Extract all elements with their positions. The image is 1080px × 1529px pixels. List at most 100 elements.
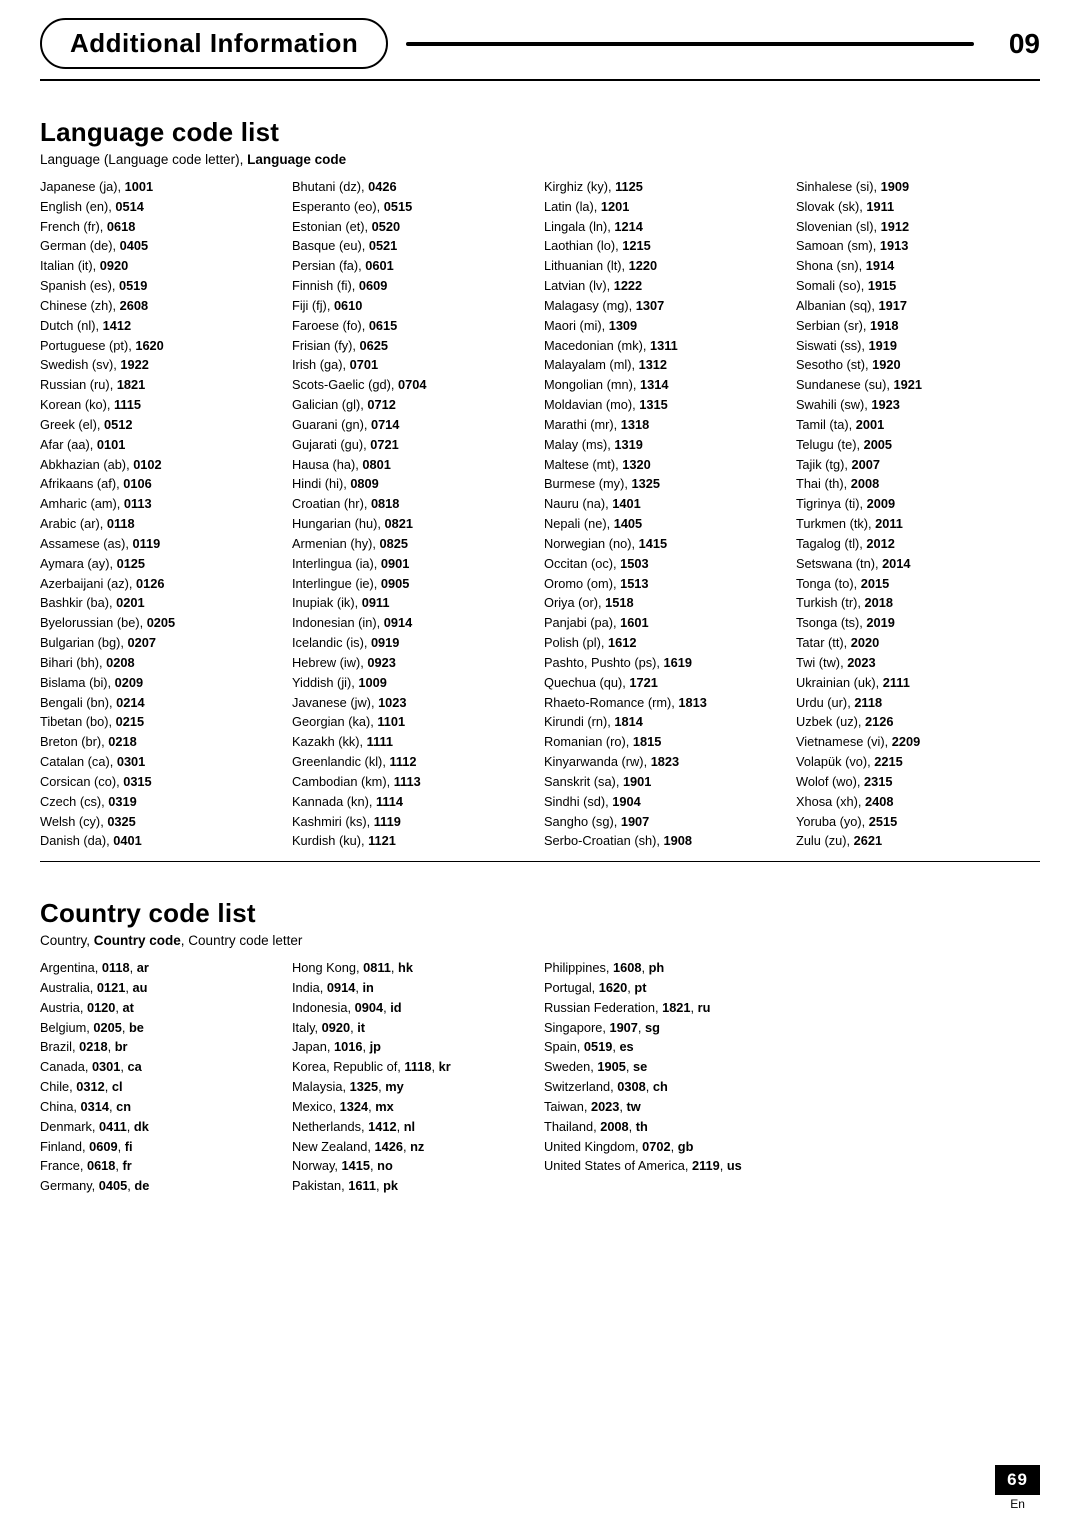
language-entry: Greek (el), 0512 xyxy=(40,415,284,435)
language-entry: Interlingue (ie), 0905 xyxy=(292,574,536,594)
language-entry: Corsican (co), 0315 xyxy=(40,772,284,792)
country-entry: Hong Kong, 0811, hk xyxy=(292,958,536,978)
language-entry: Serbian (sr), 1918 xyxy=(796,316,1040,336)
language-entry: Marathi (mr), 1318 xyxy=(544,415,788,435)
country-entry: China, 0314, cn xyxy=(40,1097,284,1117)
language-entry: Hindi (hi), 0809 xyxy=(292,474,536,494)
language-entry: Bengali (bn), 0214 xyxy=(40,693,284,713)
country-entry: Singapore, 1907, sg xyxy=(544,1018,788,1038)
language-entry: Yoruba (yo), 2515 xyxy=(796,812,1040,832)
language-entry: Telugu (te), 2005 xyxy=(796,435,1040,455)
language-entry: Chinese (zh), 2608 xyxy=(40,296,284,316)
country-entry: Spain, 0519, es xyxy=(544,1037,788,1057)
language-entry: Esperanto (eo), 0515 xyxy=(292,197,536,217)
page-header: Additional Information 09 xyxy=(40,0,1040,81)
country-subtitle-plain: Country, xyxy=(40,933,94,948)
language-entry: Breton (br), 0218 xyxy=(40,732,284,752)
language-entry: Zulu (zu), 2621 xyxy=(796,831,1040,851)
language-entry: Sundanese (su), 1921 xyxy=(796,375,1040,395)
language-col-2: Kirghiz (ky), 1125Latin (la), 1201Lingal… xyxy=(544,177,788,851)
language-entry: Xhosa (xh), 2408 xyxy=(796,792,1040,812)
language-entry: Interlingua (ia), 0901 xyxy=(292,554,536,574)
language-entry: Cambodian (km), 1113 xyxy=(292,772,536,792)
country-entry: Finland, 0609, fi xyxy=(40,1137,284,1157)
language-entry: Serbo-Croatian (sh), 1908 xyxy=(544,831,788,851)
language-entry: Tagalog (tl), 2012 xyxy=(796,534,1040,554)
country-entry: Italy, 0920, it xyxy=(292,1018,536,1038)
language-entry: Maori (mi), 1309 xyxy=(544,316,788,336)
country-entry: Canada, 0301, ca xyxy=(40,1057,284,1077)
language-entry: Bulgarian (bg), 0207 xyxy=(40,633,284,653)
language-col-0: Japanese (ja), 1001English (en), 0514Fre… xyxy=(40,177,284,851)
language-entry: Kirghiz (ky), 1125 xyxy=(544,177,788,197)
language-entry: Turkish (tr), 2018 xyxy=(796,593,1040,613)
language-entry: Spanish (es), 0519 xyxy=(40,276,284,296)
language-entry: Hausa (ha), 0801 xyxy=(292,455,536,475)
language-col-1: Bhutani (dz), 0426Esperanto (eo), 0515Es… xyxy=(292,177,536,851)
country-entry: Sweden, 1905, se xyxy=(544,1057,788,1077)
country-entry: Indonesia, 0904, id xyxy=(292,998,536,1018)
country-entry: Russian Federation, 1821, ru xyxy=(544,998,788,1018)
language-entry: Tsonga (ts), 2019 xyxy=(796,613,1040,633)
language-entry: Georgian (ka), 1101 xyxy=(292,712,536,732)
country-subtitle-plain2: , Country code letter xyxy=(181,933,303,948)
language-subtitle-plain: Language (Language code letter), xyxy=(40,152,247,167)
language-entry: Uzbek (uz), 2126 xyxy=(796,712,1040,732)
language-entry: Portuguese (pt), 1620 xyxy=(40,336,284,356)
country-entry: Denmark, 0411, dk xyxy=(40,1117,284,1137)
country-entry: Austria, 0120, at xyxy=(40,998,284,1018)
language-entry: Romanian (ro), 1815 xyxy=(544,732,788,752)
footer-lang: En xyxy=(1010,1497,1025,1511)
country-col-1: Hong Kong, 0811, hkIndia, 0914, inIndone… xyxy=(292,958,536,1196)
language-entry: Guarani (gn), 0714 xyxy=(292,415,536,435)
language-entry: Moldavian (mo), 1315 xyxy=(544,395,788,415)
language-entry: Byelorussian (be), 0205 xyxy=(40,613,284,633)
page-number: 69 xyxy=(995,1465,1040,1495)
language-entry: Tigrinya (ti), 2009 xyxy=(796,494,1040,514)
language-entry: Wolof (wo), 2315 xyxy=(796,772,1040,792)
language-entry: Hebrew (iw), 0923 xyxy=(292,653,536,673)
language-entry: Swahili (sw), 1923 xyxy=(796,395,1040,415)
language-entry: Lithuanian (lt), 1220 xyxy=(544,256,788,276)
language-entry: Macedonian (mk), 1311 xyxy=(544,336,788,356)
language-entry: Siswati (ss), 1919 xyxy=(796,336,1040,356)
language-entry: Tonga (to), 2015 xyxy=(796,574,1040,594)
language-subtitle-bold: Language code xyxy=(247,152,346,167)
language-entry: Tamil (ta), 2001 xyxy=(796,415,1040,435)
language-entry: Ukrainian (uk), 2111 xyxy=(796,673,1040,693)
language-entry: Twi (tw), 2023 xyxy=(796,653,1040,673)
country-entry: United Kingdom, 0702, gb xyxy=(544,1137,788,1157)
language-entry: Bhutani (dz), 0426 xyxy=(292,177,536,197)
language-entry: Inupiak (ik), 0911 xyxy=(292,593,536,613)
language-entry: Sinhalese (si), 1909 xyxy=(796,177,1040,197)
language-entry: Abkhazian (ab), 0102 xyxy=(40,455,284,475)
language-entry: Mongolian (mn), 1314 xyxy=(544,375,788,395)
section-divider xyxy=(40,861,1040,862)
language-entry: Galician (gl), 0712 xyxy=(292,395,536,415)
country-col-2: Philippines, 1608, phPortugal, 1620, ptR… xyxy=(544,958,788,1196)
language-entry: Kazakh (kk), 1111 xyxy=(292,732,536,752)
language-entry: Kannada (kn), 1114 xyxy=(292,792,536,812)
language-entry: Amharic (am), 0113 xyxy=(40,494,284,514)
country-entry: Malaysia, 1325, my xyxy=(292,1077,536,1097)
language-entry: Javanese (jw), 1023 xyxy=(292,693,536,713)
country-entry: Norway, 1415, no xyxy=(292,1156,536,1176)
language-entry: Bislama (bi), 0209 xyxy=(40,673,284,693)
language-entry: Polish (pl), 1612 xyxy=(544,633,788,653)
language-entry: Sanskrit (sa), 1901 xyxy=(544,772,788,792)
language-entry: Korean (ko), 1115 xyxy=(40,395,284,415)
language-entry: Rhaeto-Romance (rm), 1813 xyxy=(544,693,788,713)
header-divider xyxy=(406,42,974,46)
language-entry: Turkmen (tk), 2011 xyxy=(796,514,1040,534)
language-entry: Nepali (ne), 1405 xyxy=(544,514,788,534)
language-entry: Bashkir (ba), 0201 xyxy=(40,593,284,613)
language-entry: Faroese (fo), 0615 xyxy=(292,316,536,336)
language-entry: Kurdish (ku), 1121 xyxy=(292,831,536,851)
country-entry: Japan, 1016, jp xyxy=(292,1037,536,1057)
language-entry: Slovenian (sl), 1912 xyxy=(796,217,1040,237)
country-entry: Australia, 0121, au xyxy=(40,978,284,998)
language-entry: Samoan (sm), 1913 xyxy=(796,236,1040,256)
language-list-grid: Japanese (ja), 1001English (en), 0514Fre… xyxy=(40,177,1040,851)
language-entry: Sindhi (sd), 1904 xyxy=(544,792,788,812)
language-entry: English (en), 0514 xyxy=(40,197,284,217)
